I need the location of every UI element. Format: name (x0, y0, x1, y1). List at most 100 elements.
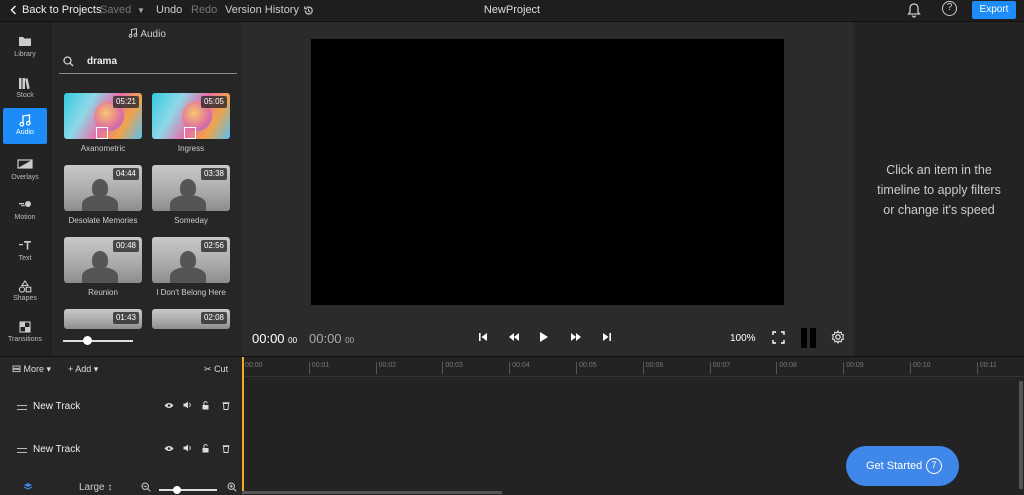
total-time: 00:00 00 (309, 331, 354, 346)
version-history-button[interactable]: Version History (225, 3, 314, 17)
thumbnail-size-slider[interactable] (63, 336, 133, 345)
track-size-selector[interactable]: Large ↕ (79, 482, 112, 493)
notifications-bell-icon[interactable] (907, 2, 921, 22)
rail-item-stock[interactable]: Stock (3, 71, 47, 107)
slider-knob[interactable] (173, 486, 181, 494)
add-track-button[interactable]: + Add ▾ (68, 364, 98, 375)
rail-item-shapes[interactable]: Shapes (3, 274, 47, 310)
skip-to-start-icon[interactable] (478, 332, 488, 345)
back-to-projects-button[interactable]: Back to Projects (10, 3, 101, 17)
fullscreen-icon[interactable] (772, 331, 785, 347)
rail-item-label: Shapes (13, 295, 37, 302)
back-to-projects-label: Back to Projects (22, 4, 102, 16)
version-history-label: Version History (225, 4, 299, 16)
visibility-eye-icon[interactable] (164, 401, 174, 411)
timeline-footer: Large ↕ (0, 480, 242, 495)
rail-item-text[interactable]: Text (3, 234, 47, 270)
audio-thumbnail[interactable]: 02:56 (152, 237, 230, 283)
drag-handle-icon[interactable] (17, 448, 27, 453)
track-name[interactable]: New Track (33, 444, 80, 455)
fast-forward-icon[interactable] (570, 332, 582, 345)
rail-item-transitions[interactable]: Transitions (3, 315, 47, 351)
audio-level-meter (801, 328, 817, 348)
saved-dropdown-caret-icon[interactable]: ▼ (137, 4, 145, 18)
video-canvas[interactable] (311, 39, 784, 305)
current-time-value: 00:00 (252, 331, 285, 346)
audio-thumbnail[interactable]: 01:43 (64, 309, 142, 329)
ruler-tick-label: 00:10 (910, 362, 931, 374)
track-list-panel: More ▾ + Add ▾ ✂ Cut New Track New Track (0, 356, 242, 495)
audio-title: Reunion (88, 288, 118, 297)
project-title: NewProject (483, 4, 541, 16)
tool-rail: Library Stock Audio Overlays Motion Text… (0, 22, 50, 356)
empty-state-line: timeline to apply filters (877, 183, 1001, 197)
zoom-out-icon[interactable] (141, 482, 151, 495)
audio-thumbnail[interactable]: 02:08 (152, 309, 230, 329)
play-icon[interactable] (539, 331, 549, 346)
add-label: Add (75, 364, 92, 374)
trash-icon[interactable] (222, 444, 230, 455)
zoom-in-icon[interactable] (227, 482, 237, 495)
ruler-tick-label: 00:07 (709, 362, 730, 374)
transitions-icon (3, 315, 47, 333)
volume-icon[interactable] (183, 401, 192, 411)
track-row[interactable]: New Track (0, 389, 242, 423)
ruler-tick-label: 00:03 (442, 362, 463, 374)
folder-icon (3, 30, 47, 48)
settings-gear-icon[interactable] (831, 329, 845, 347)
audio-thumbnail[interactable]: 00:48 (64, 237, 142, 283)
unlock-icon[interactable] (202, 444, 210, 455)
audio-thumbnail[interactable]: 03:38 (152, 165, 230, 211)
timeline-zoom-slider[interactable] (159, 486, 217, 494)
rail-item-overlays[interactable]: Overlays (3, 153, 47, 189)
rail-item-label: Text (18, 255, 32, 262)
panel-title: Audio (140, 29, 166, 40)
thumbnail-art (170, 195, 206, 211)
thumbnail-art (82, 195, 118, 211)
layers-icon[interactable] (23, 482, 33, 495)
more-menu-button[interactable]: More ▾ (12, 364, 51, 375)
zoom-level[interactable]: 100% (730, 333, 756, 344)
rail-item-motion[interactable]: Motion (3, 193, 47, 229)
get-started-button[interactable]: Get Started 7 (846, 446, 959, 486)
ruler-tick-label: 00:06 (642, 362, 663, 374)
slider-knob[interactable] (83, 336, 92, 345)
duration-badge: 01:43 (112, 312, 139, 324)
trash-icon[interactable] (222, 401, 230, 412)
redo-button[interactable]: Redo (191, 3, 217, 17)
time-ruler[interactable]: 00:00 00:01 00:02 00:03 00:04 00:05 00:06 00:07… (242, 357, 1024, 377)
rewind-icon[interactable] (508, 332, 520, 345)
ruler-tick-label: 00:09 (843, 362, 864, 374)
drag-handle-icon[interactable] (17, 405, 27, 410)
track-name[interactable]: New Track (33, 401, 80, 412)
cut-button[interactable]: ✂ Cut (204, 364, 228, 375)
playhead[interactable] (242, 357, 244, 492)
duration-badge: 02:08 (200, 312, 227, 324)
audio-thumbnail[interactable]: 05:05 (152, 93, 230, 139)
audio-title: Desolate Memories (68, 216, 138, 225)
audio-library-panel: Audio drama 05:21 Axanometric 05:05 Ingr… (50, 22, 242, 356)
export-button[interactable]: Export (972, 1, 1016, 19)
track-row[interactable]: New Track (0, 432, 242, 466)
unlock-icon[interactable] (202, 401, 210, 412)
duration-badge: 03:38 (200, 168, 227, 180)
top-bar: Back to Projects Saved ▼ Undo Redo Versi… (0, 0, 1024, 22)
audio-thumbnail[interactable]: 04:44 (64, 165, 142, 211)
help-icon[interactable]: ? (942, 1, 957, 16)
search-value: drama (87, 56, 118, 67)
undo-button[interactable]: Undo (156, 3, 182, 17)
skip-to-end-icon[interactable] (602, 332, 612, 345)
resize-icon: ↕ (107, 482, 113, 493)
rail-item-library[interactable]: Library (3, 30, 47, 66)
rail-item-audio[interactable]: Audio (3, 108, 47, 144)
horizontal-scrollbar[interactable] (242, 491, 502, 494)
audio-thumbnail[interactable]: 05:21 (64, 93, 142, 139)
volume-icon[interactable] (183, 444, 192, 454)
search-input[interactable]: drama (59, 52, 237, 74)
vertical-scrollbar[interactable] (1019, 381, 1023, 489)
rail-item-label: Library (14, 51, 36, 58)
visibility-eye-icon[interactable] (164, 444, 174, 454)
empty-state-line: or change it's speed (883, 203, 995, 217)
ruler-tick-label: 00:05 (576, 362, 597, 374)
duration-badge: 05:21 (112, 96, 139, 108)
